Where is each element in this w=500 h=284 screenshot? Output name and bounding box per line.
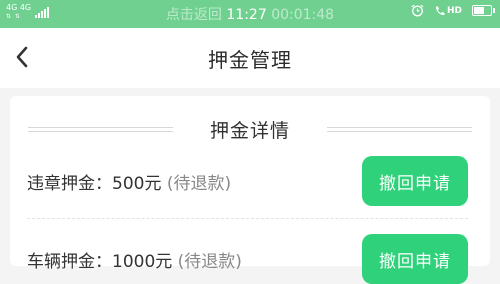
call-timer: 00:01:48 [271,7,335,23]
battery-icon [472,5,495,16]
navigation-bar: 押金管理 [0,28,500,88]
status-bar: 4G 4G ⇅ ⇅ 点击返回 11:27 00:01:48 HD [0,0,500,28]
alarm-icon [411,4,424,17]
deposit-row-vehicle: 车辆押金：1000元 (待退款) 撤回申请 [10,234,490,284]
status-icons: HD [411,4,495,17]
row-divider [27,218,468,219]
deposit-label: 违章押金：500元 (待退款) [27,169,231,194]
return-hint: 点击返回 [165,7,222,23]
deposit-name: 违章押金： [27,174,112,194]
section-header: 押金详情 [10,114,490,144]
clock: 11:27 [226,7,267,23]
deposit-status: (待退款) [177,252,242,272]
deposit-amount: 1000元 [112,252,173,272]
deposit-details-card: 押金详情 违章押金：500元 (待退款) 撤回申请 车辆押金：1000元 (待退… [10,96,490,284]
withdraw-application-button[interactable]: 撤回申请 [362,234,468,284]
deposit-name: 车辆押金： [27,252,112,272]
battery-level [474,7,484,14]
deposit-row-violation: 违章押金：500元 (待退款) 撤回申请 [10,156,490,206]
section-title: 押金详情 [209,119,290,142]
deposit-amount: 500元 [112,174,162,194]
withdraw-application-button[interactable]: 撤回申请 [362,156,468,206]
call-icon [435,6,445,15]
deposit-status: (待退款) [166,174,232,194]
deposit-label: 车辆押金：1000元 (待退款) [27,247,242,272]
page-title: 押金管理 [208,48,292,72]
divider [327,127,472,132]
hd-voice-badge: HD [446,5,462,16]
divider [28,127,173,132]
